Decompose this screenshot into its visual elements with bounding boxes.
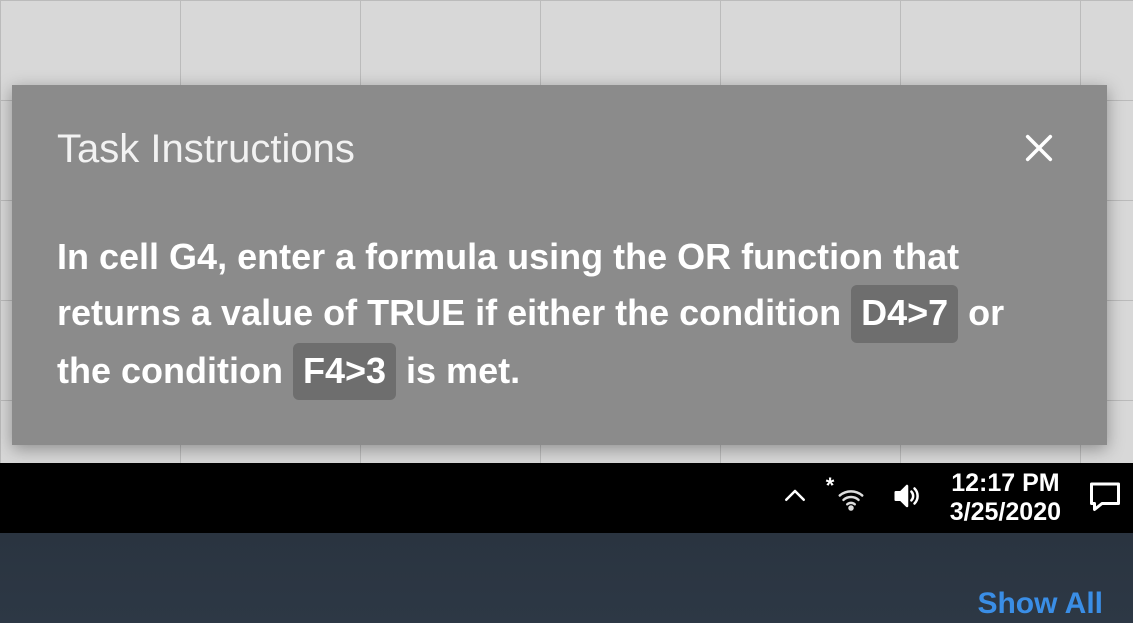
wifi-button[interactable]: * [832,479,870,517]
taskbar-clock[interactable]: 12:17 PM 3/25/2020 [944,469,1067,527]
instruction-text-1: In cell G4, enter a formula using the OR… [57,236,959,333]
instruction-text-3: is met. [396,350,520,391]
show-all-link[interactable]: Show All [977,587,1103,621]
bottom-panel: Show All [0,533,1133,623]
condition-code-2: F4>3 [293,343,396,401]
system-tray: * 12:17 PM 3/25/2020 [776,469,1125,527]
tray-expand-button[interactable] [776,477,814,520]
wifi-icon: * [836,483,866,513]
task-instructions-dialog: Task Instructions In cell G4, enter a fo… [12,85,1107,445]
speaker-icon [892,481,922,516]
notification-icon [1087,478,1123,519]
condition-code-1: D4>7 [851,285,958,343]
windows-taskbar: * 12:17 PM 3/25/2020 [0,463,1133,533]
taskbar-time: 12:17 PM [951,469,1059,498]
dialog-title: Task Instructions [57,127,355,172]
chevron-up-icon [780,481,810,516]
volume-button[interactable] [888,477,926,520]
dialog-body-text: In cell G4, enter a formula using the OR… [57,229,1062,400]
close-button[interactable] [1016,125,1062,174]
dialog-header: Task Instructions [57,125,1062,174]
wifi-asterisk-icon: * [826,473,835,499]
close-icon [1022,131,1056,168]
notifications-button[interactable] [1085,478,1125,519]
taskbar-date: 3/25/2020 [950,498,1061,527]
